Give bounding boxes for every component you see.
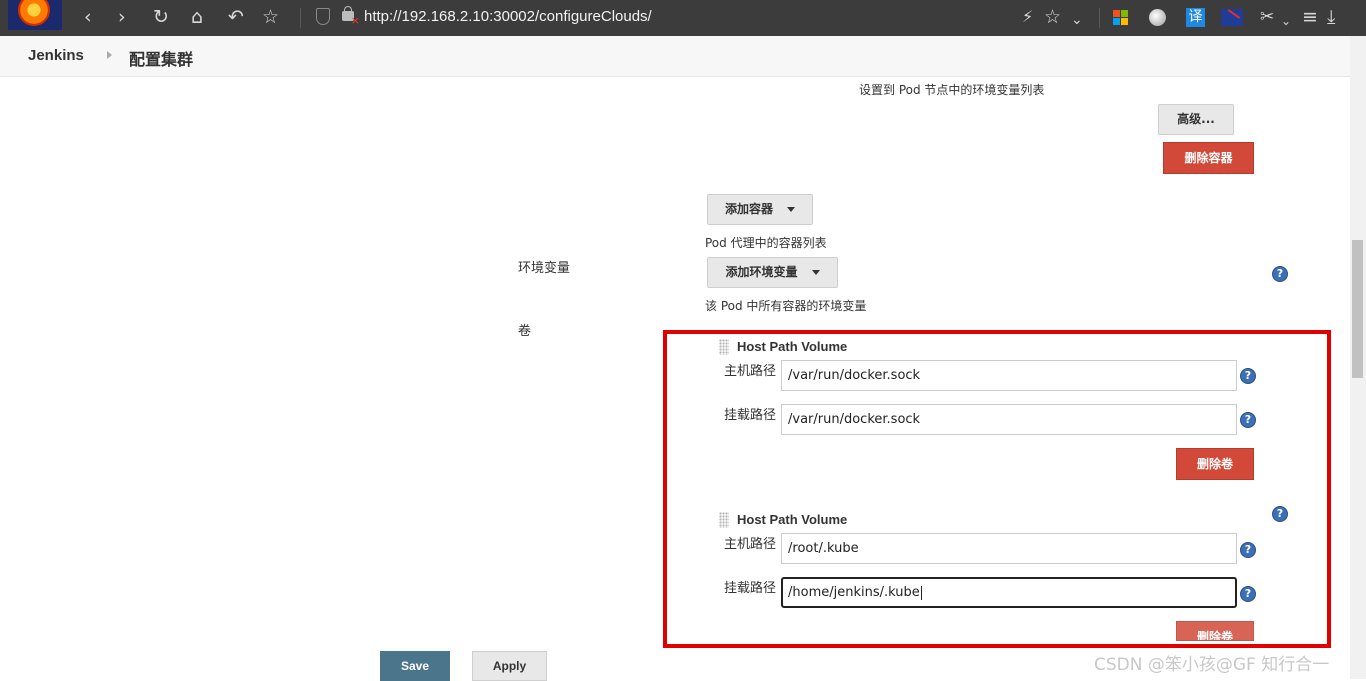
undo-icon[interactable]: ↶ [228, 6, 244, 28]
caret-down-icon [787, 207, 795, 212]
highlight-box [663, 330, 1331, 648]
globe-icon[interactable] [1149, 9, 1166, 26]
chevron-down-icon[interactable]: ⌄ [1071, 9, 1083, 31]
forward-icon[interactable]: › [118, 6, 126, 28]
translate-icon[interactable]: 译 [1186, 8, 1205, 27]
env-vars-label: 环境变量 [518, 261, 571, 276]
flag-extension-icon[interactable] [1221, 9, 1243, 26]
toolbar-divider [300, 8, 301, 28]
breadcrumb-current-page[interactable]: 配置集群 [129, 46, 193, 70]
scissors-menu-chevron-icon[interactable]: ⌄ [1281, 10, 1291, 32]
volumes-label: 卷 [518, 324, 532, 339]
insecure-lock-icon[interactable] [342, 6, 360, 26]
help-icon[interactable]: ? [1272, 266, 1288, 282]
download-icon[interactable]: ⤓ [1327, 6, 1335, 28]
advanced-button[interactable]: 高级... [1158, 104, 1234, 135]
apps-grid-icon[interactable] [1113, 10, 1128, 25]
add-container-label: 添加容器 [724, 202, 773, 216]
apply-button[interactable]: Apply [472, 651, 547, 681]
breadcrumb: Jenkins 配置集群 [0, 36, 1366, 77]
favorite-star-icon[interactable]: ☆ [1044, 6, 1061, 28]
add-env-var-button[interactable]: 添加环境变量 [707, 257, 838, 288]
save-button[interactable]: Save [380, 651, 450, 681]
help-glyph: ? [1276, 267, 1284, 280]
reload-icon[interactable]: ↻ [153, 6, 169, 28]
menu-lines-icon[interactable]: ≡ [1302, 6, 1318, 28]
breadcrumb-chevron-icon [107, 51, 112, 59]
address-bar[interactable]: http://192.168.2.10:30002/configureCloud… [364, 8, 652, 25]
add-env-var-label: 添加环境变量 [725, 265, 798, 279]
container-list-hint: Pod 代理中的容器列表 [705, 236, 827, 250]
browser-logo-icon [8, 0, 62, 30]
caret-down-icon [811, 270, 820, 275]
bookmark-star-icon[interactable]: ☆ [262, 6, 279, 28]
watermark: CSDN @笨小孩@GF 知行合一 [1094, 655, 1330, 675]
home-icon[interactable]: ⌂ [191, 6, 203, 28]
shield-icon[interactable] [316, 8, 330, 25]
pod-env-list-hint: 设置到 Pod 节点中的环境变量列表 [859, 83, 1045, 97]
browser-toolbar: ‹ › ↻ ⌂ ↶ ☆ http://192.168.2.10:30002/co… [0, 0, 1366, 36]
env-vars-hint: 该 Pod 中所有容器的环境变量 [705, 299, 867, 313]
scissors-icon[interactable]: ✂ [1260, 6, 1274, 28]
breadcrumb-jenkins-link[interactable]: Jenkins [28, 47, 84, 64]
delete-container-button[interactable]: 删除容器 [1163, 142, 1254, 174]
back-icon[interactable]: ‹ [84, 6, 92, 28]
lightning-icon[interactable]: ⚡ [1022, 6, 1033, 28]
add-container-button[interactable]: 添加容器 [707, 194, 813, 225]
scrollbar-thumb[interactable] [1352, 240, 1363, 378]
toolbar-divider [1099, 8, 1100, 28]
